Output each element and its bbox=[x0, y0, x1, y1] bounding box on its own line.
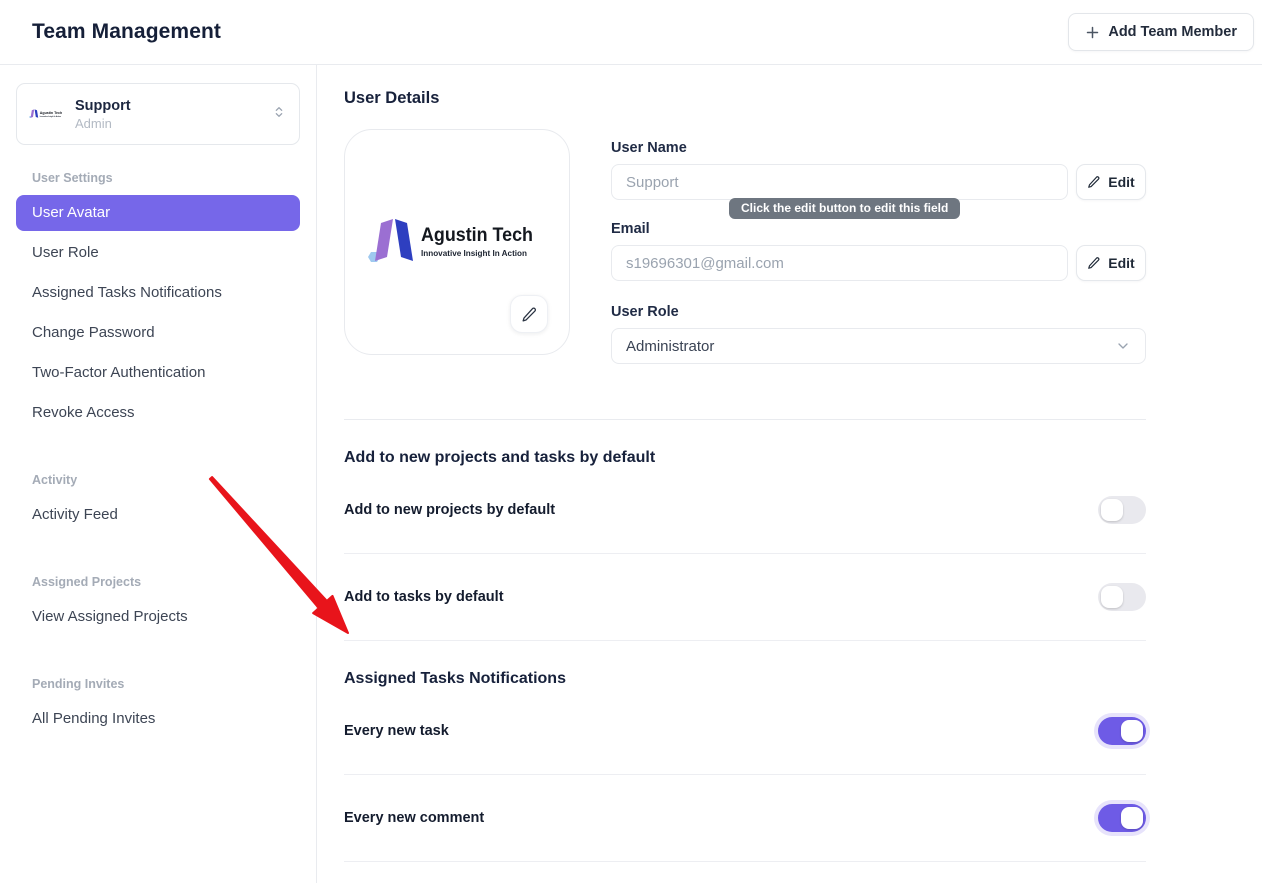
user-selector-texts: Support Admin bbox=[75, 98, 261, 131]
svg-text:Innovative Insight In Action: Innovative Insight In Action bbox=[421, 249, 527, 258]
user-name-input bbox=[611, 164, 1068, 200]
sidebar-section-pending-invites: Pending Invites bbox=[16, 677, 300, 691]
company-logo-small: Agustin Tech Innovative Insight In Actio… bbox=[29, 109, 65, 119]
svg-text:Agustin Tech: Agustin Tech bbox=[421, 225, 533, 246]
sidebar-item-two-factor-authentication[interactable]: Two-Factor Authentication bbox=[16, 355, 300, 391]
main-panel: User Details Agustin Tech Innovative Ins… bbox=[317, 65, 1262, 883]
every-new-task-toggle[interactable] bbox=[1098, 717, 1146, 745]
add-to-projects-toggle[interactable] bbox=[1098, 496, 1146, 524]
sidebar: Agustin Tech Innovative Insight In Actio… bbox=[0, 65, 317, 883]
svg-text:Agustin Tech: Agustin Tech bbox=[40, 111, 63, 115]
user-role-value: Administrator bbox=[626, 338, 714, 355]
pencil-icon bbox=[521, 306, 538, 323]
toggle-row-add-to-projects: Add to new projects by default bbox=[344, 467, 1146, 553]
user-name-label: User Name bbox=[611, 140, 1146, 156]
toggle-label: Every new comment bbox=[344, 810, 484, 826]
chevron-down-icon bbox=[1115, 338, 1131, 354]
sidebar-item-assigned-tasks-notifications[interactable]: Assigned Tasks Notifications bbox=[16, 275, 300, 311]
user-role-select[interactable]: Administrator bbox=[611, 328, 1146, 364]
selected-user-name: Support bbox=[75, 98, 261, 114]
add-to-tasks-toggle[interactable] bbox=[1098, 583, 1146, 611]
edit-tooltip: Click the edit button to edit this field bbox=[729, 198, 960, 219]
chevron-up-down-icon bbox=[271, 104, 287, 125]
defaults-section-heading: Add to new projects and tasks by default bbox=[344, 449, 1146, 467]
section-divider bbox=[344, 419, 1146, 420]
toggle-knob bbox=[1121, 720, 1143, 742]
company-logo: Agustin Tech Innovative Insight In Actio… bbox=[367, 217, 547, 267]
sidebar-item-change-password[interactable]: Change Password bbox=[16, 315, 300, 351]
toggle-row-every-new-comment: Every new comment bbox=[344, 774, 1146, 861]
add-team-member-label: Add Team Member bbox=[1108, 24, 1237, 40]
user-role-label: User Role bbox=[611, 304, 1146, 320]
toggle-knob bbox=[1121, 807, 1143, 829]
sidebar-section-user-settings: User Settings bbox=[16, 171, 300, 185]
page-title: Team Management bbox=[32, 20, 221, 44]
page-header: Team Management Add Team Member bbox=[0, 0, 1262, 65]
toggle-knob bbox=[1101, 499, 1123, 521]
sidebar-item-view-assigned-projects[interactable]: View Assigned Projects bbox=[16, 599, 300, 635]
notifications-section-heading: Assigned Tasks Notifications bbox=[344, 670, 1146, 688]
email-input bbox=[611, 245, 1068, 281]
user-details-heading: User Details bbox=[344, 89, 1146, 108]
sidebar-item-activity-feed[interactable]: Activity Feed bbox=[16, 497, 300, 533]
toggle-row-every-new-task: Every new task bbox=[344, 688, 1146, 774]
toggle-label: Add to new projects by default bbox=[344, 502, 555, 518]
sidebar-item-user-avatar[interactable]: User Avatar bbox=[16, 195, 300, 231]
user-avatar-card: Agustin Tech Innovative Insight In Actio… bbox=[344, 129, 570, 355]
sidebar-item-revoke-access[interactable]: Revoke Access bbox=[16, 395, 300, 431]
toggle-row-add-to-tasks: Add to tasks by default bbox=[344, 553, 1146, 640]
email-label: Email bbox=[611, 221, 1146, 237]
toggle-label: Every new task bbox=[344, 723, 449, 739]
toggle-knob bbox=[1101, 586, 1123, 608]
edit-button-label: Edit bbox=[1108, 255, 1134, 271]
selected-user-role: Admin bbox=[75, 116, 261, 131]
user-fields: Click the edit button to edit this field… bbox=[611, 129, 1146, 364]
every-new-comment-toggle[interactable] bbox=[1098, 804, 1146, 832]
toggle-label: Add to tasks by default bbox=[344, 589, 504, 605]
toggle-row-every-status-change: Every status change bbox=[344, 861, 1146, 883]
user-selector[interactable]: Agustin Tech Innovative Insight In Actio… bbox=[16, 83, 300, 145]
svg-text:Innovative Insight In Action: Innovative Insight In Action bbox=[40, 115, 61, 118]
user-name-edit-button[interactable]: Edit bbox=[1076, 164, 1146, 200]
plus-icon bbox=[1085, 25, 1100, 40]
pencil-icon bbox=[1087, 175, 1101, 189]
section-divider bbox=[344, 640, 1146, 641]
sidebar-item-user-role[interactable]: User Role bbox=[16, 235, 300, 271]
sidebar-section-assigned-projects: Assigned Projects bbox=[16, 575, 300, 589]
sidebar-item-all-pending-invites[interactable]: All Pending Invites bbox=[16, 701, 300, 737]
avatar-edit-button[interactable] bbox=[510, 295, 548, 333]
pencil-icon bbox=[1087, 256, 1101, 270]
sidebar-section-activity: Activity bbox=[16, 473, 300, 487]
edit-button-label: Edit bbox=[1108, 174, 1134, 190]
add-team-member-button[interactable]: Add Team Member bbox=[1068, 13, 1254, 51]
email-edit-button[interactable]: Edit bbox=[1076, 245, 1146, 281]
